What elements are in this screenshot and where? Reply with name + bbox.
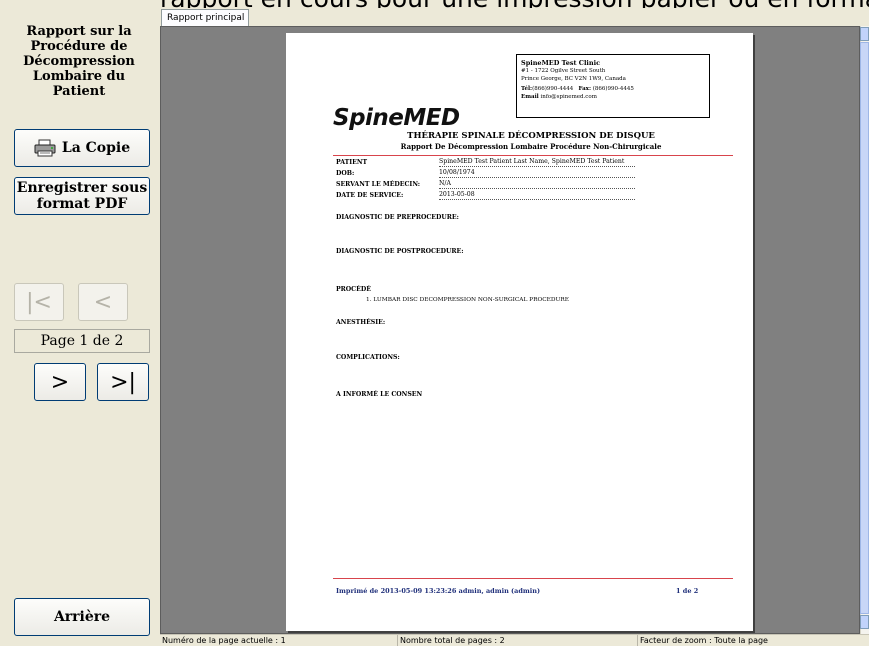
header-divider [333,155,733,156]
patient-label: PATIENT [336,159,368,166]
printed-timestamp: Imprimé de 2013-05-09 13:23:26 admin, ad… [336,587,541,595]
scroll-down-button[interactable] [860,615,869,629]
page-indicator: Page 1 de 2 [14,329,150,353]
report-page: SpineMED Test Clinic #1 - 1722 Ogilve St… [286,33,753,631]
sidebar-title: Rapport sur la Procédure de Décompressio… [23,24,135,99]
page-number: 1 de 2 [676,587,699,595]
fax-value: (866)990-4445 [592,86,634,92]
print-copy-button[interactable]: La Copie [14,129,150,167]
report-subtitle: Rapport De Décompression Lombaire Procéd… [400,142,662,151]
last-page-button[interactable]: >| [97,363,149,401]
sidebar: Rapport sur la Procédure de Décompressio… [0,0,158,646]
postprocedure-heading: DIAGNOSTIC DE POSTPROCEDURE: [336,248,464,255]
fax-label: Fax: [578,86,591,92]
clinic-name: SpineMED Test Clinic [521,59,601,67]
clinic-address-line1: #1 - 1722 Ogilve Street South [521,68,606,74]
report-title: THÉRAPIE SPINALE DÉCOMPRESSION DE DISQUE [407,131,655,141]
dob-label: DOB: [336,170,355,177]
print-copy-label: La Copie [61,140,131,156]
status-bar: Numéro de la page actuelle : 1 Nombre to… [160,634,869,646]
spinemed-logo: SpineMED [333,105,460,131]
procedure-heading: PROCÉDÉ [336,286,371,293]
procedure-item: 1. LUMBAR DISC DECOMPRESSION NON-SURGICA… [366,297,569,303]
report-viewer: SpineMED Test Clinic #1 - 1722 Ogilve St… [160,26,860,634]
status-total-pages: Nombre total de pages : 2 [398,635,638,646]
clinic-info-box: SpineMED Test Clinic #1 - 1722 Ogilve St… [516,54,710,118]
service-date-value: 2013-05-08 [439,191,635,200]
back-button[interactable]: Arrière [14,598,150,636]
dob-value: 10/08/1974 [439,169,635,178]
doctor-value: N/A [439,180,635,189]
patient-value: SpineMED Test Patient Last Name, SpineME… [439,158,635,167]
status-current-page: Numéro de la page actuelle : 1 [160,635,398,646]
anesthesia-heading: ANESTHÉSIE: [336,319,386,326]
complications-heading: COMPLICATIONS: [336,354,400,361]
previous-page-button[interactable]: < [78,283,128,321]
save-pdf-button[interactable]: Enregistrer sous format PDF [14,177,150,215]
clinic-address-line2: Prince George, BC V2N 1W9, Canada [521,76,626,82]
consent-heading: A INFORMÉ LE CONSEN [336,391,423,398]
first-page-button[interactable]: |< [14,283,64,321]
next-page-button[interactable]: > [34,363,86,401]
preprocedure-heading: DIAGNOSTIC DE PREPROCEDURE: [336,214,459,221]
clinic-email-line: Email info@spinemed.com [521,93,705,101]
status-zoom: Facteur de zoom : Toute la page [640,636,768,645]
tab-main-report[interactable]: Rapport principal [161,9,249,27]
email-value: info@spinemed.com [540,94,597,100]
doctor-label: SERVANT LE MÉDECIN: [336,181,421,188]
email-label: Email [521,94,539,100]
report-window: rapport en cours pour une impression pap… [0,0,869,646]
scroll-up-button[interactable] [860,27,869,41]
tel-value: (866)990-4444 [532,86,574,92]
scrollbar-thumb[interactable] [860,42,869,614]
tel-label: Tél: [521,86,533,92]
service-date-label: DATE DE SERVICE: [336,192,404,199]
clinic-phone-line: Tél:(866)990-4444 Fax: (866)990-4445 [521,85,705,93]
printer-icon [34,139,56,157]
window-banner-text: rapport en cours pour une impression pap… [160,0,869,8]
footer-divider [333,578,733,579]
